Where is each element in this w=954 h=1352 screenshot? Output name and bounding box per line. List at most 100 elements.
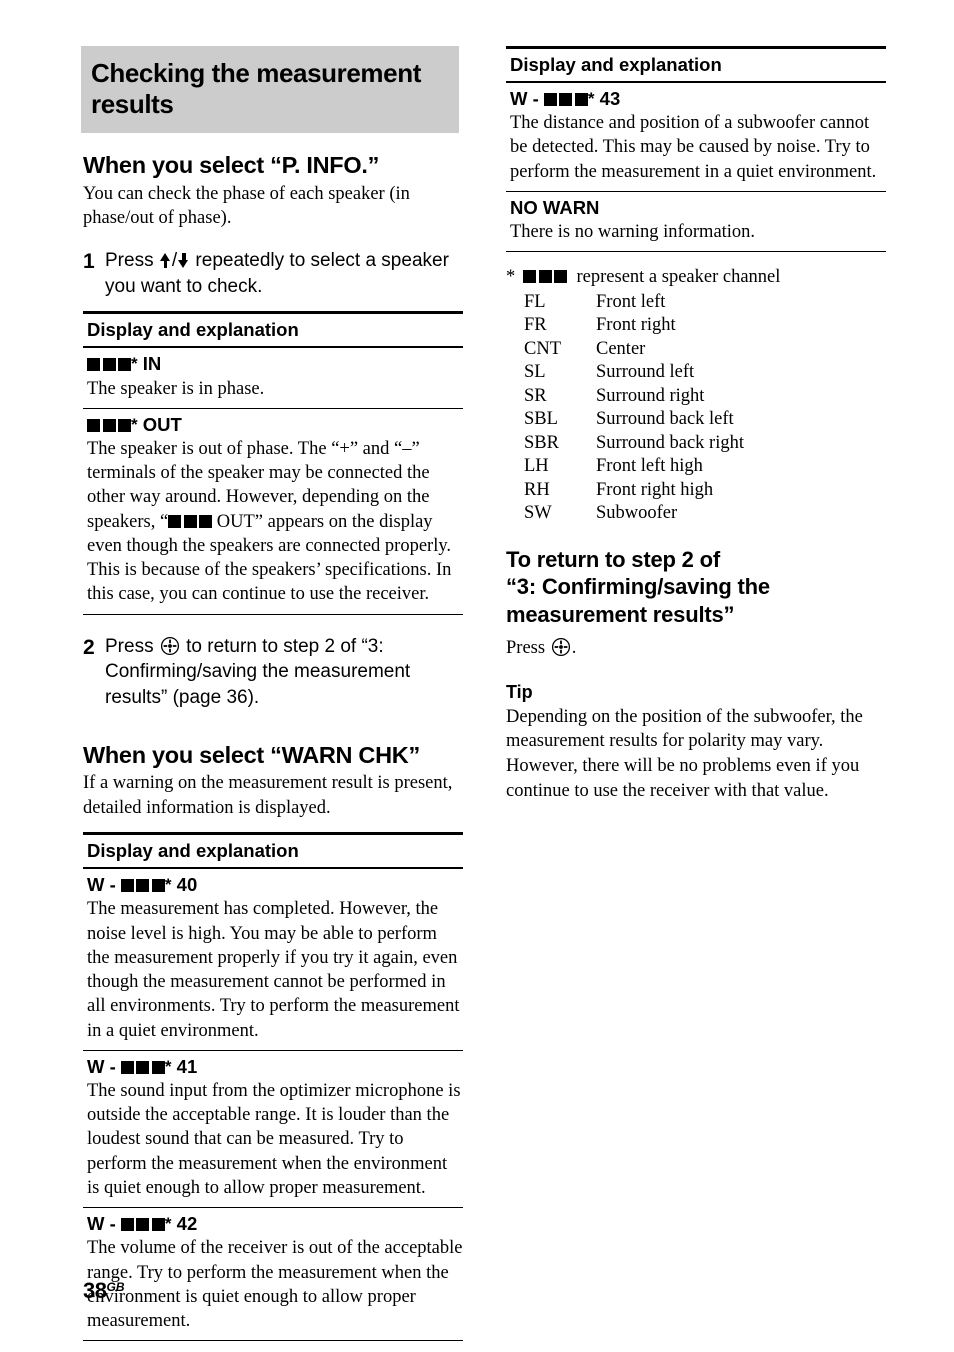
legend-footnote: * represent a speaker channel [506, 266, 886, 289]
table-row-code: W - * 42 [87, 1212, 463, 1235]
black-square-icon [136, 1218, 150, 1232]
table-row-text: The volume of the receiver is out of the… [87, 1238, 463, 1332]
legend-name: Front right high [596, 479, 714, 500]
black-square-icon [151, 879, 165, 893]
list-item: SR Surround right [506, 385, 886, 408]
press-text-after: . [571, 637, 577, 658]
table-row-code: * IN [87, 352, 463, 375]
legend-name: Subwoofer [596, 503, 678, 524]
paragraph-pinfo-intro: You can check the phase of each speaker … [83, 183, 410, 229]
table-row-code-suffix: 42 [176, 1213, 198, 1235]
footnote-asterisk: * [587, 89, 595, 108]
inline-channel-placeholder-squares [168, 510, 213, 534]
heading-tip: Tip [506, 682, 533, 703]
black-square-icon [151, 1218, 165, 1232]
list-item: FL Front left [506, 291, 886, 314]
table-row: W - * 42 The volume of the receiver is o… [83, 1208, 463, 1342]
list-item: FR Front right [506, 314, 886, 337]
legend-footnote-text: represent a speaker channel [576, 267, 781, 288]
table-warnchk-display-explanation: Display and explanation W - * 40 The mea… [83, 832, 463, 1342]
channel-placeholder-squares [523, 266, 568, 289]
section-tip: Tip Depending on the position of the sub… [506, 682, 886, 803]
table-warnchk-continued: Display and explanation W - * 43 The dis… [506, 46, 886, 253]
legend-abbr: FR [524, 315, 547, 336]
channel-placeholder-squares [543, 87, 588, 110]
table-row: NO WARN There is no warning information. [506, 192, 886, 253]
black-square-icon [118, 358, 131, 372]
heading-line-2: “3: Confirming/saving the [506, 574, 770, 600]
table-warnchk-header: Display and explanation [83, 835, 463, 870]
table-row-code-prefix: W - [510, 88, 544, 109]
black-square-icon [168, 514, 182, 528]
table-row-text: The speaker is out of phase. The “+” and… [87, 437, 463, 607]
black-square-icon [120, 1060, 134, 1074]
list-item: LH Front left high [506, 455, 886, 478]
table-row-code-suffix: IN [142, 353, 162, 375]
page-number-region-suffix: GB [106, 1280, 125, 1294]
step-1-number: 1 [83, 249, 95, 273]
step-2-text-before: Press [105, 635, 159, 657]
table-row-text: The sound input from the optimizer micro… [87, 1081, 461, 1198]
table-pinfo-header: Display and explanation [83, 314, 463, 349]
speaker-channel-legend: * represent a speaker channel FL Front l… [506, 266, 886, 525]
table-row: * OUT The speaker is out of phase. The “… [83, 409, 463, 615]
footnote-asterisk: * [164, 1214, 172, 1234]
step-2-body: Press to return to step 2 of “3: Confirm… [105, 634, 463, 711]
black-square-icon [102, 418, 116, 432]
table-row-text: The speaker is in phase. [87, 378, 265, 399]
heading-return-to-step-2: To return to step 2 of “3: Confirming/sav… [506, 546, 886, 629]
table-row-code: * OUT [87, 413, 463, 436]
black-square-icon [538, 270, 552, 284]
step-2-number: 2 [83, 635, 95, 659]
black-square-icon [102, 358, 116, 372]
step-1-body: Press / repeatedly to select a speaker y… [105, 248, 463, 300]
legend-name: Center [596, 338, 646, 359]
left-column: Checking the measurement results When yo… [81, 46, 463, 1342]
table-row-code: NO WARN [510, 196, 886, 219]
table-row-code-suffix: 43 [599, 88, 621, 109]
table-row-text: The distance and position of a subwoofer… [510, 113, 877, 182]
table-row: W - * 41 The sound input from the optimi… [83, 1051, 463, 1209]
list-item: SBL Surround back left [506, 408, 886, 431]
list-item: SBR Surround back right [506, 432, 886, 455]
section-return-to-step-2: To return to step 2 of “3: Confirming/sav… [506, 546, 886, 661]
table-row-code: W - * 40 [87, 873, 463, 896]
manual-page: Checking the measurement results When yo… [0, 0, 954, 1352]
press-text-before: Press [506, 637, 550, 658]
legend-name: Front left high [596, 456, 703, 477]
footnote-asterisk: * [131, 354, 138, 374]
black-square-icon [183, 514, 197, 528]
footnote-asterisk: * [164, 875, 172, 895]
arrow-down-icon [177, 252, 190, 268]
heading-when-you-select-warn-chk: When you select “WARN CHK” [83, 741, 420, 768]
right-column: Display and explanation W - * 43 The dis… [506, 46, 886, 803]
table-warnchk-continued-header: Display and explanation [506, 49, 886, 83]
page-footer: 38GB [83, 1278, 124, 1304]
table-row-code-suffix: 41 [176, 1055, 198, 1077]
table-row-code-suffix: 40 [176, 874, 198, 896]
table-row-text: There is no warning information. [510, 221, 756, 242]
legend-abbr: CNT [524, 338, 561, 359]
legend-name: Front right [596, 315, 676, 336]
black-square-icon [559, 93, 573, 106]
black-square-icon [87, 358, 100, 372]
page-number: 38 [83, 1278, 107, 1303]
black-square-icon [118, 418, 131, 432]
legend-abbr: RH [524, 479, 550, 500]
step-1-text-before: Press [105, 249, 159, 271]
list-item: CNT Center [506, 338, 886, 361]
legend-abbr: SW [524, 503, 552, 524]
legend-abbr: SL [524, 362, 546, 383]
channel-placeholder-squares [120, 1055, 165, 1078]
heading-line-3: measurement results” [506, 601, 735, 627]
legend-name: Surround back left [596, 409, 734, 430]
table-row: W - * 40 The measurement has completed. … [83, 869, 463, 1051]
black-square-icon [574, 93, 588, 106]
channel-placeholder-squares [87, 413, 131, 436]
table-row-code: W - * 41 [87, 1055, 463, 1078]
table-row-text: The measurement has completed. However, … [87, 899, 460, 1041]
arrow-up-icon [159, 252, 172, 268]
enter-button-icon [160, 636, 180, 656]
footnote-asterisk: * [506, 267, 516, 288]
black-square-icon [199, 514, 213, 528]
